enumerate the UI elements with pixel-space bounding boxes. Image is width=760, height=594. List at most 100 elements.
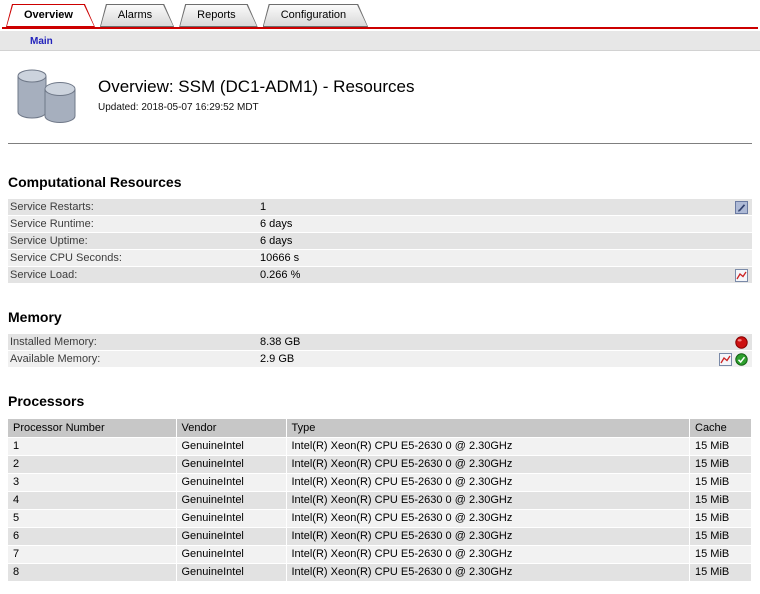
attribute-value: 6 days: [260, 218, 748, 230]
processor-cell: 15 MiB: [690, 527, 752, 545]
tab-label: Configuration: [263, 4, 368, 26]
page-header: Overview: SSM (DC1-ADM1) - Resources Upd…: [10, 63, 750, 127]
attribute-row: Service Load:0.266 %: [8, 267, 752, 283]
processor-cell: 15 MiB: [690, 563, 752, 581]
attribute-label: Service CPU Seconds:: [10, 252, 260, 264]
processor-cell: GenuineIntel: [176, 437, 286, 455]
tab-label: Overview: [6, 4, 95, 26]
processor-cell: 15 MiB: [690, 491, 752, 509]
storage-cylinders-icon: [10, 63, 84, 127]
attribute-row: Installed Memory:8.38 GB: [8, 334, 752, 350]
attribute-icons: [719, 353, 748, 366]
breadcrumb-link-main[interactable]: Main: [30, 36, 53, 47]
attribute-value: 0.266 %: [260, 269, 735, 281]
processor-cell: Intel(R) Xeon(R) CPU E5-2630 0 @ 2.30GHz: [286, 437, 690, 455]
edit-icon[interactable]: [735, 201, 748, 214]
processor-cell: Intel(R) Xeon(R) CPU E5-2630 0 @ 2.30GHz: [286, 545, 690, 563]
tabs: Overview Alarms Reports Configuration: [6, 4, 760, 27]
attribute-row: Service Uptime:6 days: [8, 233, 752, 249]
tab-label: Alarms: [100, 4, 174, 26]
processor-cell: 5: [8, 509, 176, 527]
processor-row: 6GenuineIntelIntel(R) Xeon(R) CPU E5-263…: [8, 527, 752, 545]
processor-cell: 2: [8, 455, 176, 473]
processor-cell: Intel(R) Xeon(R) CPU E5-2630 0 @ 2.30GHz: [286, 473, 690, 491]
processor-cell: GenuineIntel: [176, 491, 286, 509]
processor-cell: 8: [8, 563, 176, 581]
attribute-label: Service Runtime:: [10, 218, 260, 230]
column-header-vendor: Vendor: [176, 419, 286, 437]
separator: [8, 143, 752, 144]
chart-icon[interactable]: [719, 353, 732, 366]
processor-row: 2GenuineIntelIntel(R) Xeon(R) CPU E5-263…: [8, 455, 752, 473]
tab-alarms[interactable]: Alarms: [100, 4, 174, 27]
column-header-type: Type: [286, 419, 690, 437]
attribute-label: Service Load:: [10, 269, 260, 281]
processor-cell: Intel(R) Xeon(R) CPU E5-2630 0 @ 2.30GHz: [286, 527, 690, 545]
tab-overview[interactable]: Overview: [6, 4, 95, 27]
processors-header-row: Processor Number Vendor Type Cache: [8, 419, 752, 437]
processors-table: Processor Number Vendor Type Cache 1Genu…: [8, 419, 752, 582]
error-indicator-icon: [735, 336, 748, 349]
tab-underline: [2, 27, 758, 29]
attribute-icons: [735, 201, 748, 214]
title-block: Overview: SSM (DC1-ADM1) - Resources Upd…: [98, 63, 414, 127]
processor-row: 3GenuineIntelIntel(R) Xeon(R) CPU E5-263…: [8, 473, 752, 491]
processor-cell: 4: [8, 491, 176, 509]
attribute-value: 6 days: [260, 235, 748, 247]
processor-cell: 15 MiB: [690, 509, 752, 527]
processor-cell: Intel(R) Xeon(R) CPU E5-2630 0 @ 2.30GHz: [286, 563, 690, 581]
attribute-value: 1: [260, 201, 735, 213]
attribute-row: Available Memory:2.9 GB: [8, 351, 752, 367]
ok-indicator-icon: [735, 353, 748, 366]
column-header-processor-number: Processor Number: [8, 419, 176, 437]
processor-row: 5GenuineIntelIntel(R) Xeon(R) CPU E5-263…: [8, 509, 752, 527]
section-heading-memory: Memory: [8, 309, 752, 325]
attribute-value: 10666 s: [260, 252, 748, 264]
tab-label: Reports: [179, 4, 258, 26]
section-heading-processors: Processors: [8, 393, 752, 409]
processor-cell: 15 MiB: [690, 473, 752, 491]
chart-icon[interactable]: [735, 269, 748, 282]
processor-row: 8GenuineIntelIntel(R) Xeon(R) CPU E5-263…: [8, 563, 752, 581]
attribute-icons: [735, 269, 748, 282]
attribute-row: Service Restarts:1: [8, 199, 752, 215]
processor-row: 4GenuineIntelIntel(R) Xeon(R) CPU E5-263…: [8, 491, 752, 509]
processor-cell: 7: [8, 545, 176, 563]
processor-row: 7GenuineIntelIntel(R) Xeon(R) CPU E5-263…: [8, 545, 752, 563]
processor-cell: GenuineIntel: [176, 527, 286, 545]
attribute-row: Service Runtime:6 days: [8, 216, 752, 232]
processor-cell: 15 MiB: [690, 455, 752, 473]
processor-cell: 15 MiB: [690, 545, 752, 563]
attribute-label: Available Memory:: [10, 353, 260, 365]
processor-cell: GenuineIntel: [176, 509, 286, 527]
processor-cell: GenuineIntel: [176, 545, 286, 563]
processor-cell: 6: [8, 527, 176, 545]
attribute-value: 8.38 GB: [260, 336, 735, 348]
processor-cell: 1: [8, 437, 176, 455]
processor-row: 1GenuineIntelIntel(R) Xeon(R) CPU E5-263…: [8, 437, 752, 455]
processor-cell: Intel(R) Xeon(R) CPU E5-2630 0 @ 2.30GHz: [286, 455, 690, 473]
processor-cell: Intel(R) Xeon(R) CPU E5-2630 0 @ 2.30GHz: [286, 509, 690, 527]
tab-configuration[interactable]: Configuration: [263, 4, 368, 27]
attribute-icons: [735, 336, 748, 349]
column-header-cache: Cache: [690, 419, 752, 437]
attribute-value: 2.9 GB: [260, 353, 719, 365]
processor-cell: GenuineIntel: [176, 563, 286, 581]
processor-cell: 3: [8, 473, 176, 491]
processor-cell: GenuineIntel: [176, 455, 286, 473]
breadcrumb: Main: [0, 31, 760, 51]
attribute-label: Installed Memory:: [10, 336, 260, 348]
section-heading-computational: Computational Resources: [8, 174, 752, 190]
attribute-row: Service CPU Seconds:10666 s: [8, 250, 752, 266]
attribute-label: Service Uptime:: [10, 235, 260, 247]
processor-cell: GenuineIntel: [176, 473, 286, 491]
processor-cell: Intel(R) Xeon(R) CPU E5-2630 0 @ 2.30GHz: [286, 491, 690, 509]
memory-rows: Installed Memory:8.38 GBAvailable Memory…: [8, 334, 752, 367]
page-title: Overview: SSM (DC1-ADM1) - Resources: [98, 77, 414, 97]
attribute-label: Service Restarts:: [10, 201, 260, 213]
tab-bar: Overview Alarms Reports Configuration: [0, 0, 760, 29]
updated-timestamp: Updated: 2018-05-07 16:29:52 MDT: [98, 102, 414, 113]
computational-rows: Service Restarts:1Service Runtime:6 days…: [8, 199, 752, 283]
processor-cell: 15 MiB: [690, 437, 752, 455]
tab-reports[interactable]: Reports: [179, 4, 258, 27]
